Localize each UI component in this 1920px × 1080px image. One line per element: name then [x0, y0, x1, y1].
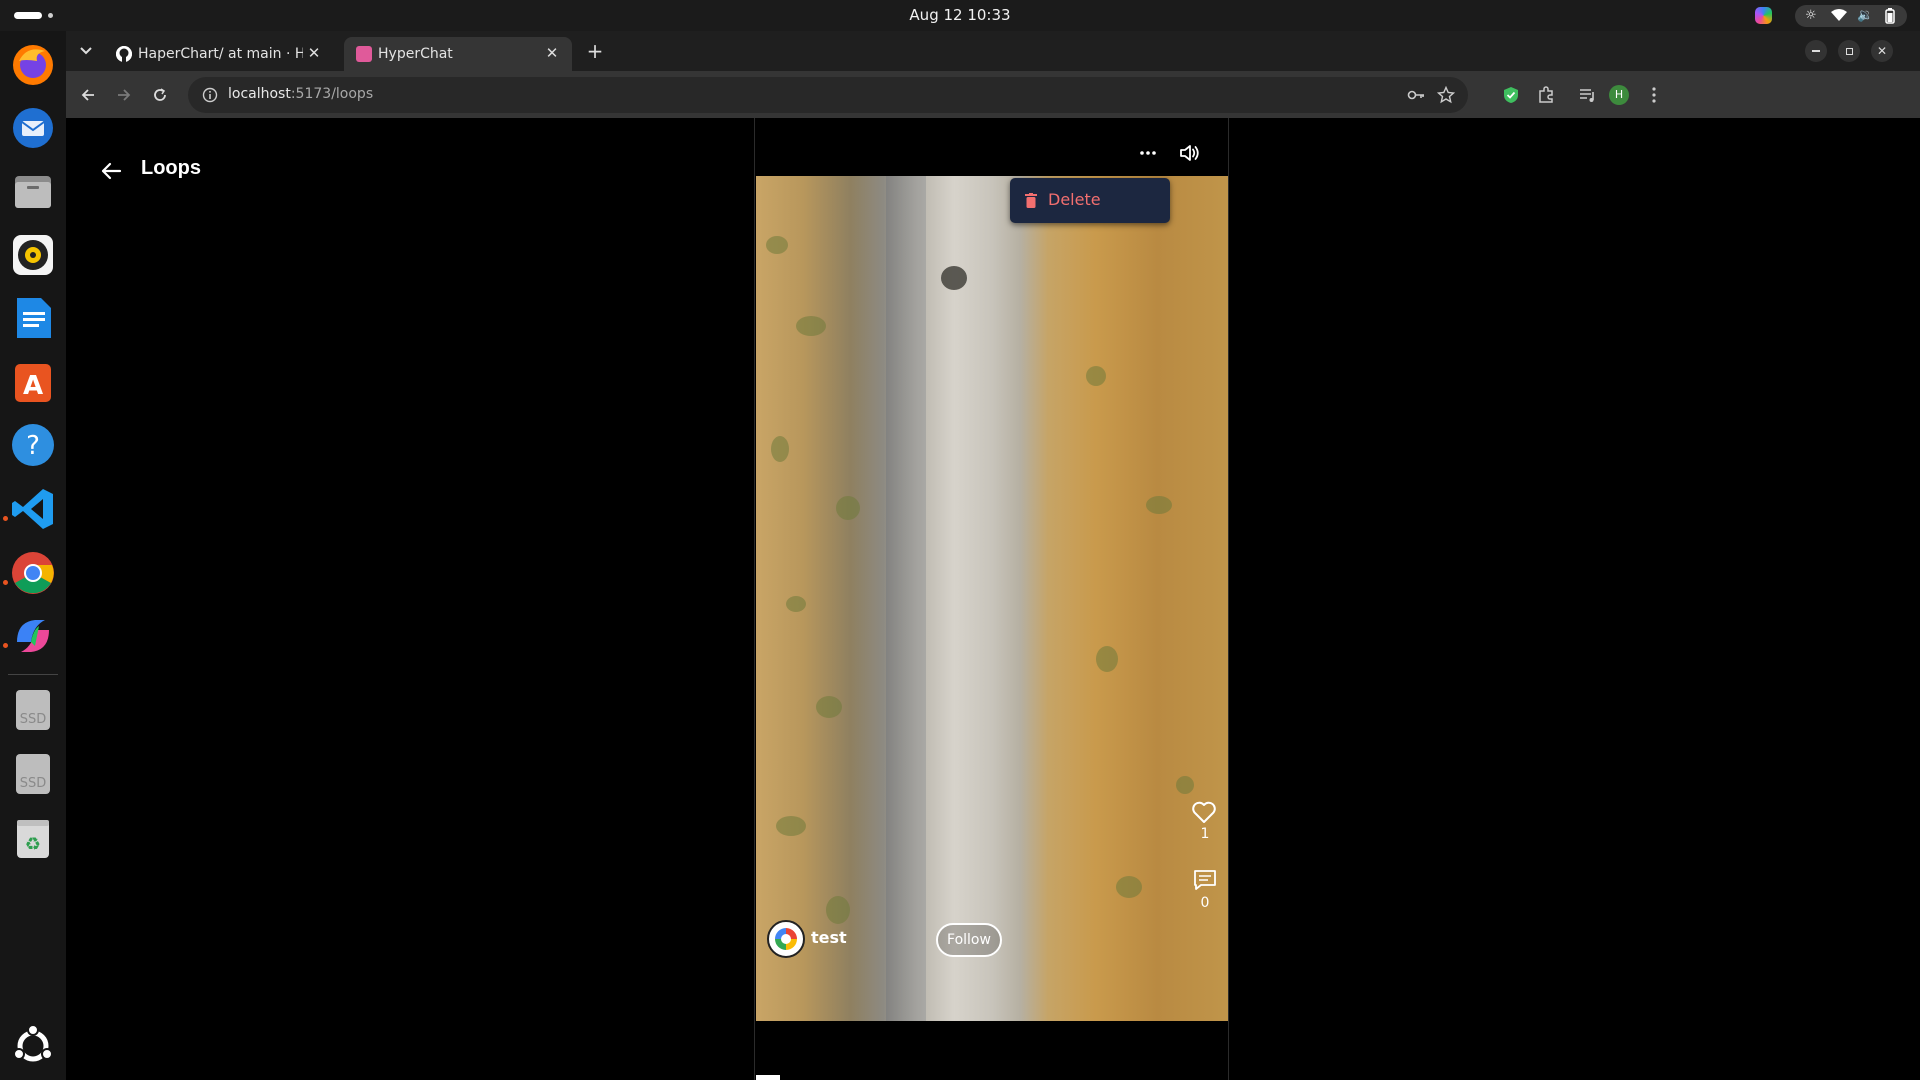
site-info-icon[interactable] [202, 87, 218, 107]
running-indicator [3, 580, 8, 585]
url-text: localhost:5173/loops [228, 86, 373, 102]
vegetation [1096, 646, 1118, 672]
system-menu[interactable]: ☼ 🔉 [1795, 5, 1907, 27]
vegetation [1146, 496, 1172, 514]
trash-icon[interactable]: ♻ [9, 814, 57, 862]
username[interactable]: test [811, 928, 847, 947]
extensions-icon[interactable] [1534, 83, 1558, 107]
profile-avatar[interactable]: H [1607, 83, 1631, 107]
browser-toolbar: localhost:5173/loops H [66, 71, 1920, 118]
reload-icon[interactable] [148, 83, 172, 107]
volume-icon[interactable] [1175, 138, 1205, 168]
svg-text:A: A [23, 371, 43, 401]
address-bar[interactable]: localhost:5173/loops [188, 77, 1468, 113]
url-host: localhost [228, 86, 291, 102]
vegetation [776, 816, 806, 836]
files-icon[interactable] [9, 168, 57, 216]
delete-menu-item[interactable]: Delete [1048, 190, 1101, 209]
adblock-shield-icon[interactable] [1499, 83, 1523, 107]
vegetation [826, 896, 850, 924]
browser-tab-strip: HaperChart/ at main · He ✕ HyperChat ✕ +… [66, 31, 1920, 71]
ssd-drive-icon[interactable]: SSD [9, 750, 57, 798]
playback-progress[interactable] [756, 1075, 780, 1080]
close-tab-icon[interactable]: ✕ [542, 43, 562, 63]
tab-haperchart[interactable]: HaperChart/ at main · He ✕ [104, 37, 334, 71]
ubuntu-dock: A ? SSD SSD ♻ [0, 31, 66, 1080]
vscode-icon[interactable] [9, 485, 57, 533]
ssd-label: SSD [19, 776, 47, 791]
copilot-tray-icon[interactable] [1755, 7, 1772, 24]
thunderbird-icon[interactable] [9, 104, 57, 152]
battery-icon [1885, 8, 1895, 28]
password-key-icon[interactable] [1407, 87, 1425, 107]
github-icon [116, 46, 132, 62]
google-logo-icon [775, 928, 797, 950]
ssd-label: SSD [19, 712, 47, 727]
running-indicator [3, 516, 8, 521]
tab-title: HaperChart/ at main · He [138, 46, 303, 62]
vegetation [816, 696, 842, 718]
forward-icon[interactable] [112, 83, 136, 107]
svg-text:?: ? [26, 431, 40, 461]
system-clock[interactable]: Aug 12 10:33 [0, 6, 1920, 24]
vegetation [1176, 776, 1194, 794]
comment-count: 0 [1200, 895, 1210, 911]
restore-window-button[interactable] [1837, 39, 1861, 63]
vegetation [836, 496, 860, 520]
comment-icon[interactable] [1192, 867, 1218, 893]
loop-video[interactable]: 1 0 test Follow [756, 176, 1228, 1021]
system-top-bar: Aug 12 10:33 ☼ 🔉 [0, 0, 1920, 31]
road-shadow [886, 176, 926, 1021]
vegetation [786, 596, 806, 612]
options-dropdown: Delete [1010, 178, 1170, 223]
tab-search-button[interactable] [74, 39, 98, 63]
running-indicator [3, 643, 8, 648]
media-controls-icon[interactable] [1576, 83, 1600, 107]
vegetation [771, 436, 789, 462]
vegetation [796, 316, 826, 336]
firefox-icon[interactable] [9, 41, 57, 89]
more-options-icon[interactable] [1133, 138, 1163, 168]
new-tab-button[interactable]: + [583, 39, 607, 63]
vegetation [1116, 876, 1142, 898]
follow-button[interactable]: Follow [936, 923, 1002, 957]
like-count: 1 [1200, 826, 1210, 842]
volume-icon: 🔉 [1857, 8, 1874, 23]
page-title: Loops [141, 157, 201, 179]
trash-icon [1025, 193, 1037, 208]
bookmark-star-icon[interactable] [1436, 85, 1456, 108]
vegetation [766, 236, 788, 254]
url-path: :5173/loops [290, 86, 374, 102]
chrome-menu-icon[interactable] [1642, 83, 1666, 107]
back-icon[interactable] [76, 83, 100, 107]
hyperchat-favicon-icon [356, 46, 372, 62]
ubuntu-logo-icon[interactable] [9, 1022, 57, 1070]
profile-initial: H [1609, 85, 1629, 105]
app-center-icon[interactable]: A [9, 358, 57, 406]
close-window-button[interactable]: ✕ [1870, 39, 1894, 63]
avatar[interactable] [767, 920, 805, 958]
close-tab-icon[interactable]: ✕ [304, 43, 324, 63]
vegetation [1086, 366, 1106, 386]
wifi-icon [1831, 8, 1847, 26]
back-arrow-icon[interactable] [96, 156, 126, 186]
chrome-icon[interactable] [9, 549, 57, 597]
help-icon[interactable]: ? [9, 421, 57, 469]
brightness-icon: ☼ [1805, 8, 1817, 23]
page-content: Loops 1 0 test Follow Delete [66, 118, 1920, 1080]
dock-separator [8, 674, 58, 675]
rhythmbox-icon[interactable] [9, 231, 57, 279]
tab-hyperchat[interactable]: HyperChat ✕ [344, 37, 572, 71]
svg-text:♻: ♻ [25, 834, 41, 855]
writer-icon[interactable] [9, 294, 57, 342]
rock [941, 266, 967, 290]
like-heart-icon[interactable] [1190, 798, 1218, 826]
tab-title: HyperChat [378, 46, 453, 62]
ssd-drive-icon[interactable]: SSD [9, 686, 57, 734]
copilot-icon[interactable] [9, 612, 57, 660]
minimize-window-button[interactable] [1804, 39, 1828, 63]
loop-player: 1 0 test Follow Delete [754, 118, 1229, 1080]
